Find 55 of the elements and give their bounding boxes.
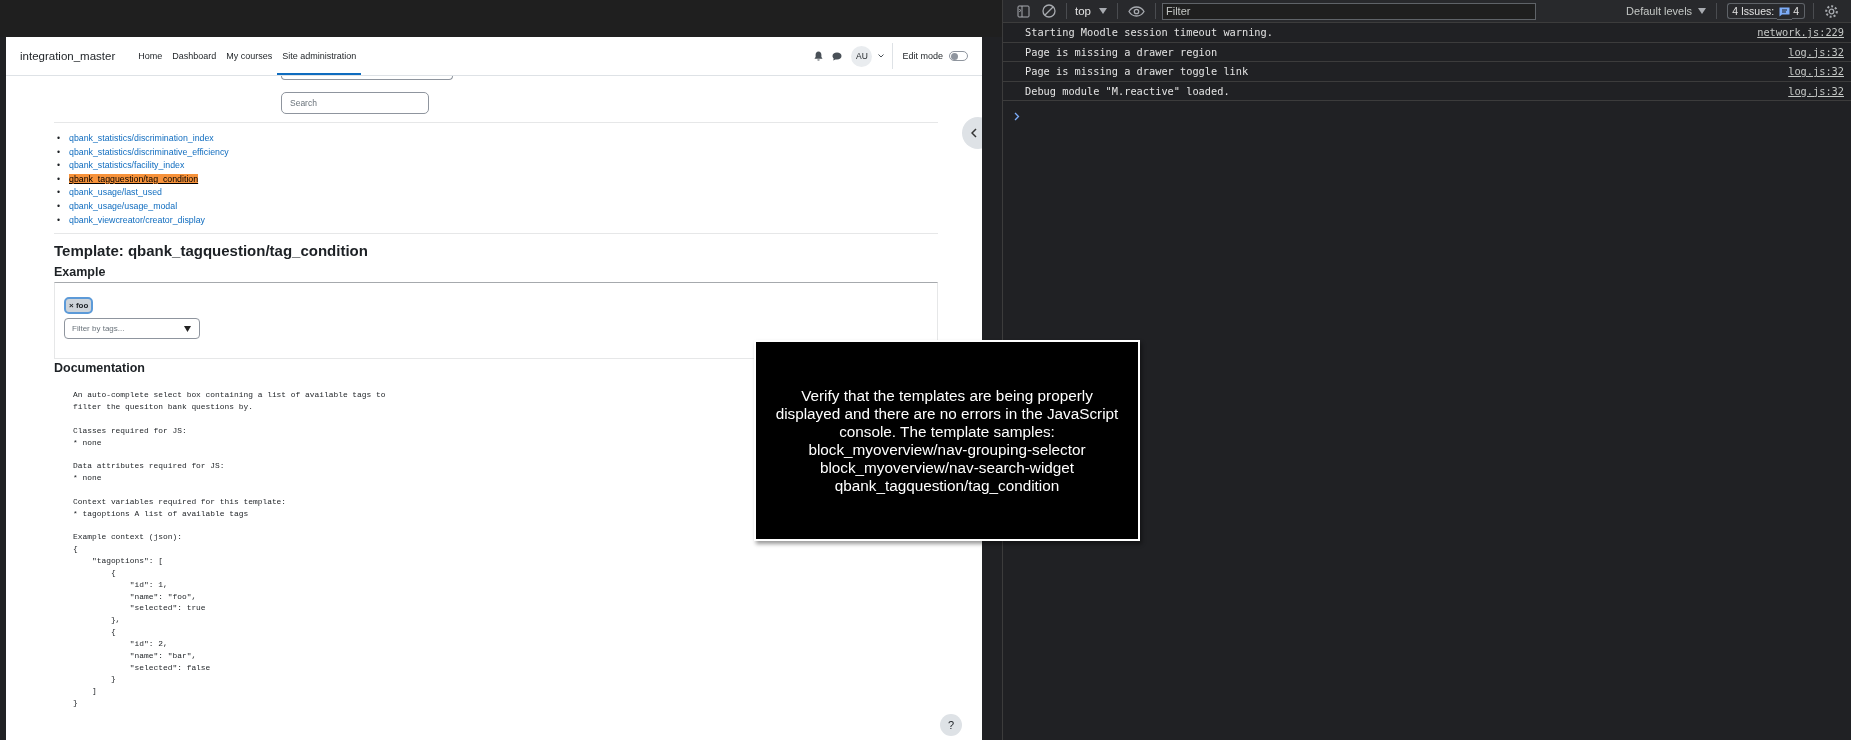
- template-link[interactable]: qbank_statistics/discriminative_efficiency: [69, 146, 229, 157]
- chevron-left-icon[interactable]: [971, 128, 977, 138]
- filter-select[interactable]: Filter by tags...: [64, 318, 200, 340]
- chat-icon[interactable]: [832, 51, 843, 61]
- prompt-chevron-icon[interactable]: [1014, 112, 1020, 121]
- caret-icon[interactable]: [1698, 8, 1707, 14]
- issues-label[interactable]: 4 Issues:: [1727, 3, 1778, 19]
- caret-icon: [184, 325, 191, 332]
- settings-icon[interactable]: [1824, 3, 1839, 19]
- list-bullet: •: [57, 172, 62, 186]
- help-button[interactable]: ?: [940, 714, 962, 736]
- list-bullet: •: [57, 132, 62, 145]
- list-bullet: •: [57, 213, 62, 227]
- console-message: Page is missing a drawer toggle link: [1025, 65, 1249, 78]
- nav-tab[interactable]: Dashboard: [167, 37, 222, 75]
- bell-icon[interactable]: [814, 51, 824, 61]
- console-message: Page is missing a drawer region: [1025, 45, 1218, 58]
- search-field[interactable]: Search: [281, 92, 429, 114]
- clear-icon[interactable]: [1042, 4, 1056, 18]
- template-link[interactable]: qbank_usage/last_used: [69, 187, 162, 198]
- site-name[interactable]: integration_master: [20, 50, 116, 62]
- caret-icon[interactable]: [1099, 8, 1107, 14]
- edit-mode-label: Edit mode: [902, 51, 943, 61]
- template-link[interactable]: qbank_viewcreator/creator_display: [69, 214, 205, 225]
- template-link[interactable]: qbank_statistics/discrimination_index: [69, 133, 214, 143]
- list-bullet: •: [57, 145, 62, 159]
- user-avatar[interactable]: AU: [851, 45, 873, 67]
- list-bullet: •: [57, 159, 62, 173]
- nav-tab[interactable]: Site administration: [277, 37, 362, 75]
- documentation-heading: Documentation: [54, 361, 146, 376]
- context-dropdown[interactable]: top: [1075, 5, 1091, 17]
- nav-tab[interactable]: My courses: [221, 37, 278, 75]
- source-link[interactable]: log.js:32: [1788, 65, 1844, 78]
- issues-count: 4: [1792, 3, 1805, 19]
- template-heading: Template: qbank_tagquestion/tag_condition: [54, 242, 369, 260]
- source-link[interactable]: log.js:32: [1788, 45, 1844, 58]
- source-link[interactable]: log.js:32: [1788, 84, 1844, 97]
- message-icon: [1777, 2, 1793, 20]
- template-link[interactable]: qbank_tagquestion/tag_condition: [69, 173, 199, 184]
- console-message: Debug module "M.reactive" loaded.: [1025, 84, 1230, 97]
- template-link[interactable]: qbank_usage/usage_modal: [69, 200, 178, 211]
- log-levels-dropdown[interactable]: Default levels: [1626, 5, 1693, 17]
- nav-tab[interactable]: Home: [133, 37, 168, 75]
- console-message: Starting Moodle session timeout warning.: [1025, 26, 1273, 39]
- instruction-text: Verify that the templates are being properly displayed and there are no errors in the JavaScript console. The template samples: block_myoverview/nav-grouping-selector block_myoverview/nav-search-widget qbank_tagquestion/tag_condition: [775, 386, 1119, 495]
- source-link[interactable]: network.js:229: [1757, 26, 1844, 39]
- template-link[interactable]: qbank_statistics/facility_index: [69, 160, 185, 171]
- list-bullet: •: [57, 199, 62, 213]
- sidebar-icon[interactable]: [1017, 4, 1030, 18]
- filter-field[interactable]: Filter: [1162, 2, 1536, 20]
- eye-icon[interactable]: [1128, 5, 1145, 17]
- list-bullet: •: [57, 186, 62, 200]
- chevron-down-icon[interactable]: [878, 54, 885, 58]
- example-heading: Example: [54, 265, 107, 280]
- tag-pill[interactable]: × foo: [64, 297, 94, 315]
